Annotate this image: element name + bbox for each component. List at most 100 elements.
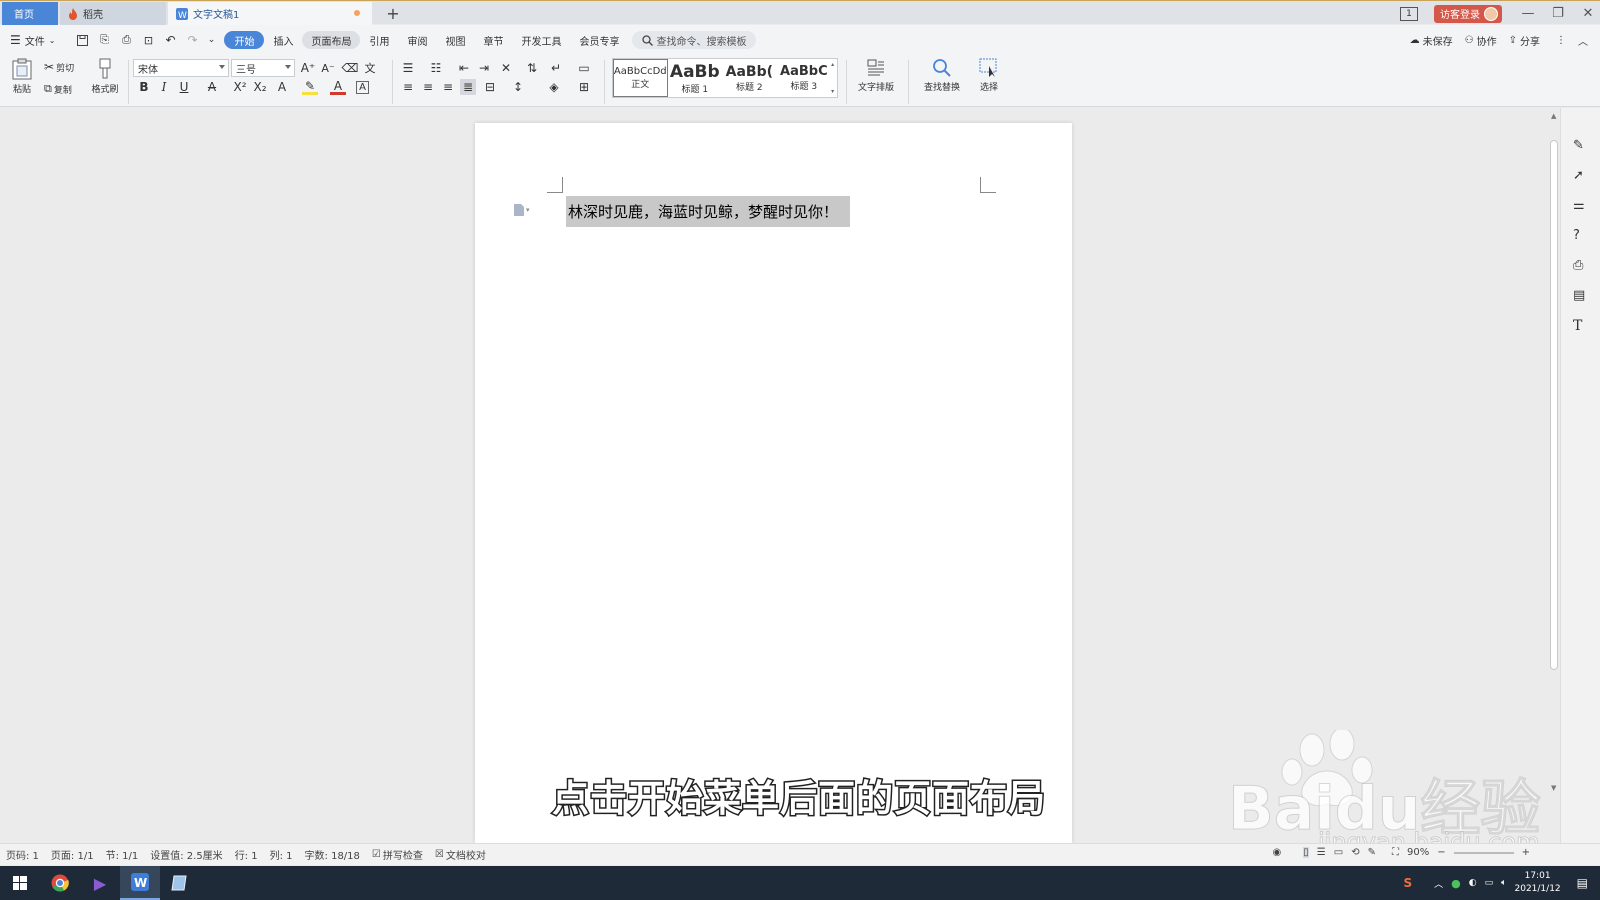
bold-icon[interactable]: B [136, 79, 152, 95]
zoom-level[interactable]: 90% [1407, 847, 1429, 858]
paste-button[interactable]: 粘贴 [8, 58, 36, 95]
new-tab-button[interactable]: + [382, 2, 404, 25]
zoom-slider[interactable] [1453, 851, 1514, 854]
menu-section[interactable]: 章节 [474, 31, 512, 49]
align-center-icon[interactable]: ≡ [420, 79, 436, 95]
selected-text[interactable]: 林深时见鹿，海蓝时见鲸，梦醒时见你！ [566, 196, 851, 227]
tab-daoke[interactable]: 稻壳 [60, 2, 166, 25]
sort-icon[interactable]: ⇅ [524, 60, 540, 76]
fit-page-icon[interactable]: ⛶ [1392, 847, 1399, 858]
print-preview-icon[interactable]: ⊡ [140, 34, 156, 47]
proofread-toggle[interactable]: ☒ 文档校对 [435, 847, 486, 862]
numbered-list-icon[interactable]: ☷ [428, 60, 444, 76]
menu-page-layout[interactable]: 页面布局 [302, 31, 361, 49]
taskbar-notepad[interactable] [160, 866, 200, 900]
taskbar-chrome[interactable] [40, 866, 80, 900]
tray-expand-icon[interactable]: ︿ [1434, 877, 1443, 890]
align-left-icon[interactable]: ≡ [400, 79, 416, 95]
find-replace-button[interactable]: 查找替换 [916, 58, 968, 93]
justify-icon[interactable]: ≣ [460, 79, 476, 95]
menu-view[interactable]: 视图 [436, 31, 474, 49]
align-right-icon[interactable]: ≡ [440, 79, 456, 95]
write-mode-icon[interactable]: ✎ [1368, 847, 1376, 858]
unsaved-button[interactable]: ☁ 未保存 [1410, 33, 1453, 48]
style-heading-3[interactable]: AaBbC 标题 3 [777, 59, 832, 97]
shading-icon[interactable]: ◈ [546, 79, 562, 95]
scroll-down-icon[interactable]: ▼ [1551, 784, 1556, 792]
page-count-badge[interactable]: 1 [1400, 6, 1418, 21]
export-pdf-icon[interactable]: ⎘ [96, 33, 112, 47]
redo-icon[interactable]: ↷ [184, 33, 200, 47]
select-button[interactable]: 选择 [972, 58, 1006, 93]
menu-developer[interactable]: 开发工具 [512, 31, 570, 49]
copy-button[interactable]: ⧉ 复制 [44, 82, 72, 96]
restore-button[interactable]: ❐ [1546, 3, 1570, 25]
bullet-list-icon[interactable]: ☰ [400, 60, 416, 76]
font-name-select[interactable]: 宋体 [133, 59, 229, 77]
italic-icon[interactable]: I [156, 79, 172, 95]
network-icon[interactable]: ▭ [1485, 878, 1494, 888]
line-spacing-icon[interactable]: ↕ [510, 79, 526, 95]
text-effect-icon[interactable]: A [274, 79, 290, 95]
menu-home[interactable]: 开始 [224, 31, 265, 49]
wechat-icon[interactable]: ● [1451, 877, 1461, 890]
read-mode-icon[interactable]: ⟲ [1351, 847, 1359, 858]
pen-edit-icon[interactable]: ✎ [1573, 138, 1589, 154]
menu-member[interactable]: 会员专享 [570, 31, 628, 49]
font-size-select[interactable]: 三号 [231, 59, 295, 77]
status-page[interactable]: 页面: 1/1 [51, 847, 94, 862]
font-color-icon[interactable]: A [330, 79, 346, 95]
chinese-layout-icon[interactable]: ✕ [498, 60, 514, 76]
document-page[interactable] [475, 123, 1072, 843]
zoom-in-icon[interactable]: + [1522, 847, 1530, 858]
minimize-button[interactable]: — [1516, 3, 1540, 25]
increase-indent-icon[interactable]: ⇥ [476, 60, 492, 76]
status-setting[interactable]: 设置值: 2.5厘米 [150, 847, 222, 862]
help-icon[interactable]: ? [1573, 228, 1589, 244]
close-button[interactable]: ✕ [1576, 3, 1600, 25]
spell-check-toggle[interactable]: ☑ 拼写检查 [372, 847, 423, 862]
sogou-ime-icon[interactable]: S [1403, 876, 1412, 890]
web-view-icon[interactable]: ▭ [1334, 847, 1343, 858]
command-search-input[interactable]: 查找命令、搜索模板 [632, 31, 757, 49]
undo-icon[interactable]: ↶ [162, 33, 178, 47]
sliders-icon[interactable]: ⚌ [1573, 198, 1589, 214]
scroll-up-icon[interactable]: ▲ [1551, 112, 1556, 120]
save-icon[interactable] [74, 34, 90, 46]
menu-references[interactable]: 引用 [360, 31, 398, 49]
menu-file[interactable]: ☰ 文件 ⌄ [0, 31, 64, 49]
taskbar-media-player[interactable]: ▶ [80, 866, 120, 900]
document-check-icon[interactable]: ▤ [1573, 288, 1589, 304]
collapse-ribbon-icon[interactable]: ︿ [1578, 33, 1588, 48]
eye-protect-icon[interactable]: ◉ [1273, 847, 1282, 858]
distribute-icon[interactable]: ⊟ [482, 79, 498, 95]
zoom-out-icon[interactable]: − [1437, 847, 1445, 858]
visitor-login-button[interactable]: 访客登录 [1434, 4, 1502, 23]
shrink-font-icon[interactable]: A⁻ [320, 60, 336, 76]
text-tool-icon[interactable]: T [1573, 318, 1589, 334]
highlight-icon[interactable]: ✎ [302, 79, 318, 95]
superscript-icon[interactable]: X² [232, 79, 248, 95]
page-view-icon[interactable]: ▯ [1303, 847, 1309, 858]
show-marks-icon[interactable]: ↵ [548, 60, 564, 76]
status-section[interactable]: 节: 1/1 [106, 847, 139, 862]
cut-button[interactable]: ✂ 剪切 [44, 60, 74, 74]
more-icon[interactable]: ⋮ [1556, 35, 1566, 46]
share-button[interactable]: ⇪ 分享 [1509, 33, 1540, 48]
clear-format-icon[interactable]: ⌫ [342, 60, 359, 76]
grow-font-icon[interactable]: A⁺ [300, 60, 316, 76]
phonetic-icon[interactable]: 文 [362, 60, 378, 76]
style-normal[interactable]: AaBbCcDd 正文 [613, 59, 668, 97]
style-heading-2[interactable]: AaBb(标题 2 [722, 59, 777, 97]
customize-chevron-icon[interactable]: ⌄ [204, 35, 218, 45]
strikethrough-icon[interactable]: A [204, 79, 220, 95]
vpn-icon[interactable]: ◐ [1469, 878, 1477, 888]
paragraph-handle[interactable]: ▾ [514, 204, 530, 216]
table-tools-icon[interactable]: ▭ [576, 60, 592, 76]
document-settings-icon[interactable]: ⎙ [1573, 258, 1589, 274]
underline-icon[interactable]: U [176, 79, 192, 95]
status-page-code[interactable]: 页码: 1 [6, 847, 39, 862]
scrollbar-thumb[interactable] [1550, 140, 1558, 670]
menu-review[interactable]: 审阅 [398, 31, 436, 49]
borders-icon[interactable]: ⊞ [576, 79, 592, 95]
